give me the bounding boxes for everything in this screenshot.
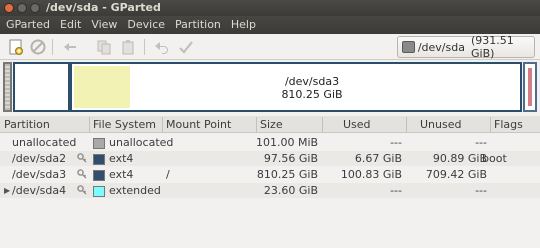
device-name: /dev/sda <box>417 40 465 54</box>
menu-device[interactable]: Device <box>127 16 171 34</box>
disk-map-sda3[interactable]: /dev/sda3 810.25 GiB <box>70 62 522 112</box>
window-title: /dev/sda - GParted <box>46 1 161 14</box>
resize-icon[interactable] <box>62 39 78 55</box>
paste-icon[interactable] <box>120 39 136 55</box>
cell-unused: --- <box>475 136 487 149</box>
apply-icon[interactable] <box>178 39 194 55</box>
filesystem-color-swatch <box>93 154 105 165</box>
cell-used: --- <box>390 136 402 149</box>
toolbar-separator <box>144 39 145 55</box>
minimize-window-button[interactable] <box>17 3 27 13</box>
column-used[interactable]: Used <box>343 118 371 131</box>
title-bar: /dev/sda - GParted <box>0 0 540 16</box>
toolbar-separator <box>52 39 53 55</box>
cell-unused: 90.89 GiB <box>432 152 487 165</box>
column-partition[interactable]: Partition <box>4 118 50 131</box>
menu-gparted[interactable]: GParted <box>6 16 56 34</box>
column-size[interactable]: Size <box>260 118 283 131</box>
menu-help[interactable]: Help <box>231 16 262 34</box>
cell-flags: boot <box>482 152 507 165</box>
table-header: Partition File System Mount Point Size U… <box>0 116 540 133</box>
table-row[interactable]: unallocated unallocated 101.00 MiB --- --- <box>0 135 540 150</box>
cell-file-system: ext4 <box>109 152 134 165</box>
disk-map-extended-bar <box>528 68 532 106</box>
window-controls <box>4 3 40 13</box>
device-size: (931.51 GiB) <box>470 34 514 60</box>
disk-map-partition-size: 810.25 GiB <box>281 88 343 101</box>
key-icon <box>77 185 87 195</box>
cell-partition: /dev/sda2 <box>12 152 67 165</box>
cell-size: 101.00 MiB <box>256 136 319 149</box>
disk-map-start <box>3 62 12 112</box>
table-row[interactable]: /dev/sda2 ext4 97.56 GiB 6.67 GiB 90.89 GiB b… <box>0 151 540 166</box>
device-selector[interactable]: /dev/sda (931.51 GiB) <box>397 34 535 60</box>
delete-icon[interactable] <box>30 39 46 55</box>
column-mount-point[interactable]: Mount Point <box>166 118 231 131</box>
cell-partition: /dev/sda3 <box>12 168 67 181</box>
filesystem-color-swatch <box>93 186 105 197</box>
expander-arrow-icon[interactable]: ▶ <box>4 186 10 195</box>
cell-partition: /dev/sda4 <box>12 184 67 197</box>
new-icon[interactable] <box>8 39 24 55</box>
cell-unused: 709.42 GiB <box>425 168 487 181</box>
disk-map-sda2[interactable] <box>13 62 70 112</box>
column-flags[interactable]: Flags <box>494 118 523 131</box>
cell-used: 100.83 GiB <box>340 168 402 181</box>
table-row[interactable]: ▶/dev/sda4 extended 23.60 GiB --- --- <box>0 183 540 198</box>
filesystem-color-swatch <box>93 170 105 181</box>
column-unused[interactable]: Unused <box>420 118 461 131</box>
cell-used: --- <box>390 184 402 197</box>
cell-size: 97.56 GiB <box>263 152 318 165</box>
cell-size: 23.60 GiB <box>263 184 318 197</box>
table-row[interactable]: /dev/sda3 ext4 / 810.25 GiB 100.83 GiB 709.42… <box>0 167 540 182</box>
filesystem-color-swatch <box>93 138 105 149</box>
cell-mount-point: / <box>166 168 170 181</box>
column-file-system[interactable]: File System <box>93 118 156 131</box>
cell-unused: --- <box>475 184 487 197</box>
cell-size: 810.25 GiB <box>256 168 318 181</box>
cell-used: 6.67 GiB <box>354 152 402 165</box>
undo-icon[interactable] <box>154 39 170 55</box>
disk-map-used-bar <box>74 66 130 108</box>
cell-partition: unallocated <box>12 136 77 149</box>
disk-map-sda4[interactable] <box>523 62 537 112</box>
menu-partition[interactable]: Partition <box>175 16 227 34</box>
key-icon <box>77 169 87 179</box>
key-icon <box>77 153 87 163</box>
close-window-button[interactable] <box>4 3 14 13</box>
maximize-window-button[interactable] <box>30 3 40 13</box>
disk-map-partition-name: /dev/sda3 <box>284 75 340 88</box>
cell-file-system: unallocated <box>109 136 174 149</box>
menu-view[interactable]: View <box>91 16 123 34</box>
disk-map: /dev/sda3 810.25 GiB <box>3 62 537 112</box>
cell-file-system: ext4 <box>109 168 134 181</box>
menu-edit[interactable]: Edit <box>60 16 87 34</box>
hard-disk-icon <box>402 41 415 53</box>
copy-icon[interactable] <box>96 39 112 55</box>
cell-file-system: extended <box>109 184 161 197</box>
menu-bar: GParted Edit View Device Partition Help <box>0 16 540 34</box>
